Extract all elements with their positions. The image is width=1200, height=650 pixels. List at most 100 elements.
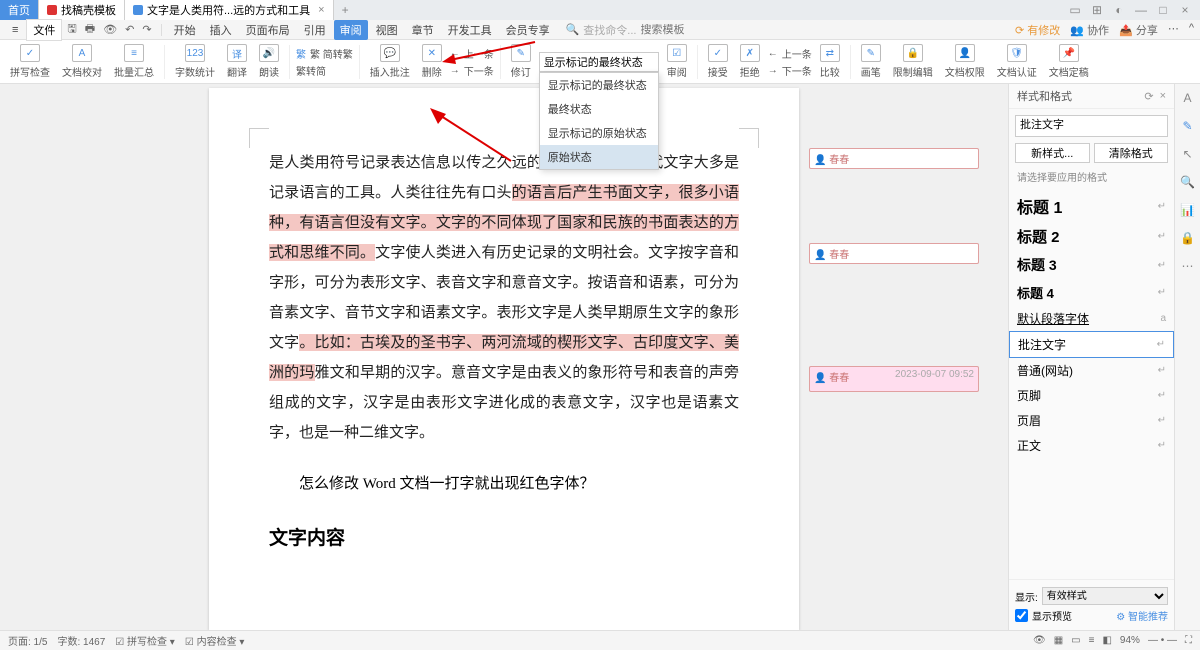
word-count[interactable]: 字数: 1467 <box>57 633 105 648</box>
close-panel-icon[interactable]: × <box>1160 90 1166 103</box>
review-button[interactable]: ☑审阅 <box>663 44 691 79</box>
layout-icon[interactable]: ▭ <box>1068 3 1082 17</box>
menu-review[interactable]: 审阅 <box>334 20 368 40</box>
view-outline-icon[interactable]: ≡ <box>1089 635 1095 646</box>
menu-view[interactable]: 视图 <box>370 20 404 40</box>
file-menu[interactable]: 文件 <box>26 19 62 41</box>
reject-button[interactable]: ✗拒绝 <box>736 44 764 79</box>
share-button[interactable]: 📤 分享 <box>1119 22 1158 38</box>
dropdown-item-final-markup[interactable]: 显示标记的最终状态 <box>540 73 658 97</box>
rail-lock-icon[interactable]: 🔒 <box>1180 230 1196 246</box>
translate-button[interactable]: 译翻译 <box>223 44 251 79</box>
style-heading1[interactable]: 标题 1↵ <box>1009 190 1174 222</box>
anchor-button[interactable]: 📌文档定稿 <box>1045 44 1093 79</box>
zoom-out-icon[interactable]: ◧ <box>1102 635 1111 646</box>
compare-button[interactable]: ⇄比较 <box>816 44 844 79</box>
proofread-button[interactable]: A文档校对 <box>58 44 106 79</box>
delete-comment-button[interactable]: ✕删除 <box>418 44 446 79</box>
more-icon[interactable]: ⋯ <box>1168 22 1179 38</box>
rail-search-icon[interactable]: 🔍 <box>1180 174 1196 190</box>
style-heading4[interactable]: 标题 4↵ <box>1009 279 1174 306</box>
menu-icon[interactable]: ≡ <box>6 22 24 38</box>
content-check-status[interactable]: ☑ 内容检查 ▾ <box>185 633 245 648</box>
simp-button[interactable]: 繁繁 简转繁 <box>296 46 353 61</box>
tab-add[interactable]: + <box>334 3 357 17</box>
wordcount-button[interactable]: 123字数统计 <box>171 44 219 79</box>
smart-link[interactable]: ⚙ 智能推荐 <box>1116 608 1168 623</box>
document-area[interactable]: 是人类用符号记录表达信息以传之久远的方式和工具。现代文字大多是记录语言的工具。人… <box>0 84 1008 630</box>
undo-icon[interactable]: ↶ <box>122 23 137 36</box>
style-header[interactable]: 页眉↵ <box>1009 408 1174 433</box>
menu-devtools[interactable]: 开发工具 <box>442 20 498 40</box>
view-web-icon[interactable]: ▭ <box>1071 635 1080 646</box>
grid-icon[interactable]: ⊞ <box>1090 3 1104 17</box>
comment-balloon-1[interactable]: 👤 春春 <box>809 148 979 169</box>
menu-layout[interactable]: 页面布局 <box>240 20 296 40</box>
style-comment-text[interactable]: 批注文字↵ <box>1009 331 1174 358</box>
spellcheck-status[interactable]: ☑ 拼写检查 ▾ <box>115 633 175 648</box>
style-heading3[interactable]: 标题 3↵ <box>1009 251 1174 279</box>
menu-member[interactable]: 会员专享 <box>500 20 556 40</box>
menu-reference[interactable]: 引用 <box>298 20 332 40</box>
question-line[interactable]: 怎么修改 Word 文档一打字就出现红色字体？ <box>269 472 739 493</box>
dropdown-item-final[interactable]: 最终状态 <box>540 97 658 121</box>
search-icon[interactable]: 🔍 <box>566 23 580 36</box>
view-mode-icon[interactable]: 👁 <box>1033 635 1046 646</box>
dropdown-item-original-markup[interactable]: 显示标记的原始状态 <box>540 121 658 145</box>
skin-icon[interactable]: ◐ <box>1112 3 1126 17</box>
paragraph-1[interactable]: 是人类用符号记录表达信息以传之久远的方式和工具。现代文字大多是记录语言的工具。人… <box>269 148 739 448</box>
preview-icon[interactable]: 👁 <box>100 23 120 36</box>
rail-format-icon[interactable]: A <box>1180 90 1196 106</box>
zoom-level[interactable]: 94% <box>1120 635 1140 646</box>
clear-format-button[interactable]: 清除格式 <box>1094 143 1169 163</box>
next-change-button[interactable]: → 下一条 <box>768 63 812 78</box>
style-normal-web[interactable]: 普通(网站)↵ <box>1009 358 1174 383</box>
coop-button[interactable]: 👥 协作 <box>1070 22 1109 38</box>
next-comment-button[interactable]: → 下一条 <box>450 63 494 78</box>
close-icon[interactable]: × <box>318 4 324 16</box>
track-changes-button[interactable]: ✎修订 <box>507 44 535 79</box>
tab-document[interactable]: 文字是人类用符...远的方式和工具× <box>125 0 334 20</box>
display-mode-combo[interactable]: 显示标记的最终状态 <box>539 52 659 72</box>
permission-button[interactable]: 👤文档权限 <box>941 44 989 79</box>
auth-button[interactable]: 🛡文档认证 <box>993 44 1041 79</box>
menu-start[interactable]: 开始 <box>168 20 202 40</box>
rail-chart-icon[interactable]: 📊 <box>1180 202 1196 218</box>
spellcheck-button[interactable]: ✓拼写检查 <box>6 44 54 79</box>
fullscreen-icon[interactable]: ⛶ <box>1185 635 1192 646</box>
save-icon[interactable]: 🖫 <box>64 20 79 39</box>
print-icon[interactable]: 🖶 <box>82 20 98 39</box>
rail-select-icon[interactable]: ↖ <box>1180 146 1196 162</box>
redo-icon[interactable]: ↷ <box>139 23 154 36</box>
zoom-slider[interactable]: — • — <box>1148 635 1177 646</box>
style-combo[interactable]: 批注文字 <box>1015 115 1168 137</box>
trad-button[interactable]: 繁转简 <box>296 63 353 78</box>
insert-comment-button[interactable]: 💬插入批注 <box>366 44 414 79</box>
refresh-icon[interactable]: ⟳ <box>1144 90 1153 103</box>
minimize-icon[interactable]: — <box>1134 3 1148 17</box>
style-footer[interactable]: 页脚↵ <box>1009 383 1174 408</box>
unsaved-indicator[interactable]: ⟳ 有修改 <box>1015 22 1060 38</box>
page-indicator[interactable]: 页面: 1/5 <box>8 633 47 648</box>
menu-insert[interactable]: 插入 <box>204 20 238 40</box>
style-heading2[interactable]: 标题 2↵ <box>1009 222 1174 251</box>
rail-more-icon[interactable]: ⋯ <box>1180 258 1196 274</box>
comment-balloon-3[interactable]: 👤 春春2023-09-07 09:52 <box>809 366 979 392</box>
new-style-button[interactable]: 新样式... <box>1015 143 1090 163</box>
prev-change-button[interactable]: ← 上一条 <box>768 46 812 61</box>
tab-home[interactable]: 首页 <box>0 0 39 20</box>
comment-balloon-2[interactable]: 👤 春春 <box>809 243 979 264</box>
heading-2[interactable]: 文字内容 <box>269 523 739 550</box>
accept-button[interactable]: ✓接受 <box>704 44 732 79</box>
rail-style-icon[interactable]: ✎ <box>1180 118 1196 134</box>
prev-comment-button[interactable]: ← 上一条 <box>450 46 494 61</box>
batch-button[interactable]: ≡批量汇总 <box>110 44 158 79</box>
search-input[interactable] <box>640 24 720 36</box>
dropdown-item-original[interactable]: 原始状态 <box>540 145 658 169</box>
style-body[interactable]: 正文↵ <box>1009 433 1174 458</box>
style-default-font[interactable]: 默认段落字体a <box>1009 306 1174 331</box>
collapse-icon[interactable]: ^ <box>1189 22 1194 38</box>
view-print-icon[interactable]: ▦ <box>1054 635 1063 646</box>
pen-button[interactable]: ✎画笔 <box>857 44 885 79</box>
read-button[interactable]: 🔊朗读 <box>255 44 283 79</box>
